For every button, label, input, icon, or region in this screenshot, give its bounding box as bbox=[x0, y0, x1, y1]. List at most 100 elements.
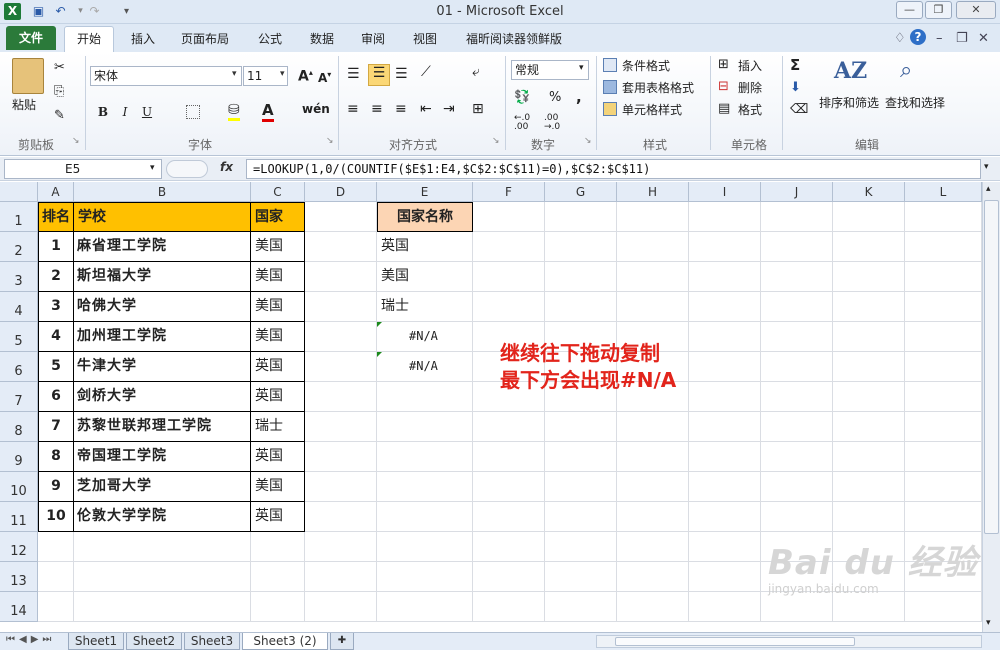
cell[interactable] bbox=[617, 592, 689, 622]
cell[interactable] bbox=[761, 292, 833, 322]
insert-sheet-icon[interactable]: ✚ bbox=[330, 633, 354, 650]
cell[interactable] bbox=[473, 442, 545, 472]
comma-button[interactable]: , bbox=[576, 88, 582, 106]
country-cell[interactable]: 瑞士 bbox=[251, 412, 305, 442]
cell[interactable] bbox=[251, 532, 305, 562]
cell[interactable] bbox=[689, 322, 761, 352]
tab-page-layout[interactable]: 页面布局 bbox=[178, 29, 232, 51]
school-cell[interactable]: 芝加哥大学 bbox=[74, 472, 251, 502]
table-header-cell[interactable]: 国家 bbox=[251, 202, 305, 232]
cell[interactable] bbox=[761, 502, 833, 532]
format-painter-icon[interactable]: ✎ bbox=[54, 108, 65, 123]
column-header[interactable]: K bbox=[833, 182, 905, 202]
number-launcher-icon[interactable]: ↘ bbox=[584, 136, 592, 146]
decrease-indent-icon[interactable]: ⇤ bbox=[420, 101, 432, 117]
shrink-font-icon[interactable]: A▾ bbox=[318, 70, 331, 85]
rank-cell[interactable]: 1 bbox=[38, 232, 74, 262]
cell[interactable] bbox=[833, 202, 905, 232]
insert-cells-icon[interactable]: ⊞ bbox=[718, 57, 729, 72]
cell[interactable] bbox=[761, 202, 833, 232]
country-cell[interactable]: 美国 bbox=[251, 292, 305, 322]
cell[interactable] bbox=[305, 472, 377, 502]
school-cell[interactable]: 哈佛大学 bbox=[74, 292, 251, 322]
conditional-format-icon[interactable] bbox=[603, 58, 617, 72]
cell[interactable] bbox=[38, 592, 74, 622]
cell[interactable] bbox=[905, 202, 982, 232]
column-header[interactable]: B bbox=[74, 182, 251, 202]
fill-icon[interactable]: ⬇ bbox=[790, 80, 801, 95]
sort-filter-icon[interactable]: AZ bbox=[834, 58, 867, 84]
cell[interactable] bbox=[689, 562, 761, 592]
horizontal-scroll-thumb[interactable] bbox=[615, 637, 855, 646]
cell[interactable] bbox=[689, 262, 761, 292]
cell[interactable] bbox=[761, 322, 833, 352]
cell[interactable] bbox=[761, 352, 833, 382]
school-cell[interactable]: 加州理工学院 bbox=[74, 322, 251, 352]
cell[interactable] bbox=[305, 262, 377, 292]
cell[interactable] bbox=[473, 262, 545, 292]
minimize-button[interactable]: — bbox=[896, 1, 923, 19]
cell[interactable] bbox=[689, 592, 761, 622]
cell[interactable] bbox=[761, 262, 833, 292]
decrease-decimal-icon[interactable]: .00 →.0 bbox=[544, 114, 560, 132]
cell[interactable] bbox=[305, 322, 377, 352]
table-header-cell[interactable]: 排名 bbox=[38, 202, 74, 232]
formula-input[interactable]: =LOOKUP(1,0/(COUNTIF($E$1:E4,$C$2:$C$11)… bbox=[246, 159, 981, 179]
wrap-text-icon[interactable]: ⤶ bbox=[472, 64, 480, 80]
cell[interactable] bbox=[905, 232, 982, 262]
percent-button[interactable]: % bbox=[549, 90, 561, 105]
cell[interactable] bbox=[689, 532, 761, 562]
rank-cell[interactable]: 9 bbox=[38, 472, 74, 502]
cell[interactable] bbox=[905, 352, 982, 382]
cell[interactable] bbox=[905, 442, 982, 472]
rank-cell[interactable]: 4 bbox=[38, 322, 74, 352]
row-header[interactable]: 10 bbox=[0, 472, 38, 502]
cell[interactable] bbox=[761, 472, 833, 502]
copy-icon[interactable]: ⎘ bbox=[54, 84, 64, 99]
doc-minimize-icon[interactable]: – bbox=[936, 31, 943, 46]
vertical-scrollbar[interactable]: ▴ ▾ bbox=[982, 182, 1000, 632]
sheet-nav-arrows[interactable]: ⏮◀▶⏭ bbox=[6, 634, 55, 645]
cell[interactable] bbox=[38, 562, 74, 592]
cell[interactable] bbox=[617, 532, 689, 562]
cell[interactable] bbox=[545, 532, 617, 562]
cell[interactable] bbox=[305, 502, 377, 532]
school-cell[interactable]: 伦敦大学学院 bbox=[74, 502, 251, 532]
sheet-tab-active[interactable]: Sheet3 (2) bbox=[242, 633, 328, 650]
rank-cell[interactable]: 10 bbox=[38, 502, 74, 532]
merge-center-icon[interactable]: ⊞ bbox=[472, 101, 484, 117]
doc-restore-icon[interactable]: ❐ bbox=[956, 31, 968, 46]
cell[interactable] bbox=[761, 382, 833, 412]
cell[interactable] bbox=[473, 232, 545, 262]
country-list-cell[interactable]: 英国 bbox=[377, 232, 473, 262]
cell[interactable] bbox=[545, 232, 617, 262]
cell[interactable] bbox=[377, 502, 473, 532]
cell[interactable] bbox=[617, 292, 689, 322]
number-format-dropdown-icon[interactable]: ▾ bbox=[579, 63, 584, 73]
accounting-format-icon[interactable]: 💱 bbox=[514, 90, 530, 105]
cell[interactable] bbox=[38, 532, 74, 562]
cell[interactable] bbox=[305, 382, 377, 412]
increase-decimal-icon[interactable]: ←.0.00 bbox=[514, 114, 530, 132]
number-format-select[interactable]: 常规 bbox=[511, 60, 589, 80]
cell[interactable] bbox=[545, 592, 617, 622]
cell-styles-button[interactable]: 单元格样式 bbox=[622, 101, 682, 118]
cell[interactable] bbox=[905, 592, 982, 622]
cell[interactable] bbox=[617, 502, 689, 532]
format-cells-icon[interactable]: ▤ bbox=[718, 101, 730, 116]
column-header[interactable]: F bbox=[473, 182, 545, 202]
format-as-table-button[interactable]: 套用表格格式 bbox=[622, 79, 694, 96]
cell[interactable] bbox=[473, 472, 545, 502]
name-box-dropdown-icon[interactable]: ▾ bbox=[150, 163, 155, 173]
font-name-select[interactable]: 宋体 bbox=[90, 66, 242, 86]
autosum-button[interactable]: Σ bbox=[790, 56, 800, 74]
cell[interactable] bbox=[305, 352, 377, 382]
country-cell[interactable]: 英国 bbox=[251, 382, 305, 412]
cell[interactable] bbox=[305, 592, 377, 622]
cell[interactable] bbox=[473, 532, 545, 562]
country-cell[interactable]: 美国 bbox=[251, 232, 305, 262]
cell[interactable] bbox=[689, 502, 761, 532]
cell[interactable] bbox=[833, 592, 905, 622]
cell[interactable] bbox=[305, 412, 377, 442]
cell[interactable] bbox=[545, 412, 617, 442]
